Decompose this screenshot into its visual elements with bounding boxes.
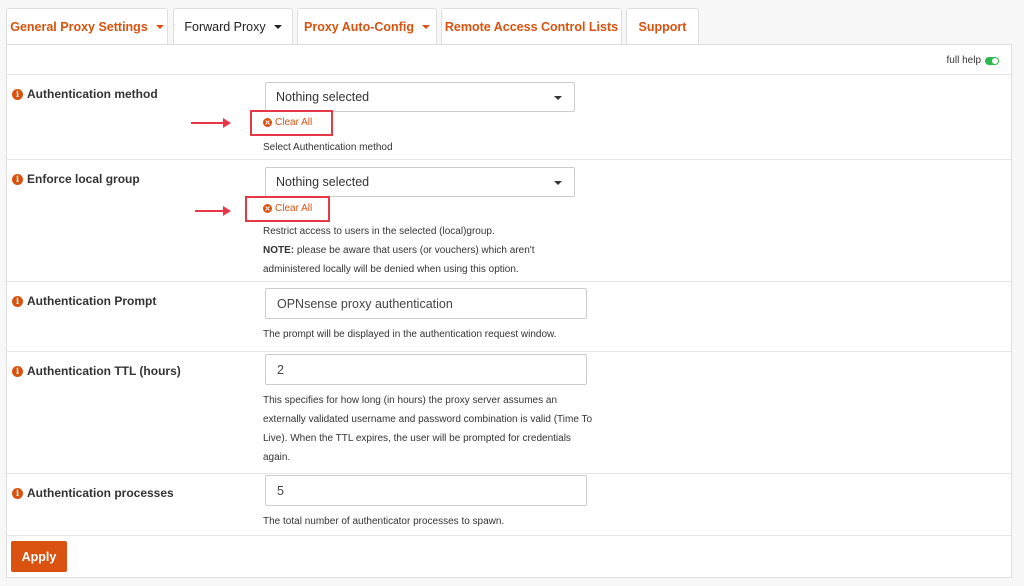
help-text: This specifies for how long (in hours) t… [263, 395, 593, 463]
full-help-label: full help [946, 55, 981, 66]
close-circle-icon: ✕ [263, 204, 272, 213]
info-icon[interactable]: i [12, 295, 23, 307]
annotation-arrow [191, 118, 231, 128]
close-circle-icon: ✕ [263, 118, 272, 127]
authentication-prompt-input[interactable]: OPNsense proxy authentication [265, 288, 587, 319]
field-label: i Authentication processes [12, 486, 174, 500]
settings-panel: full help i Authentication method Nothin… [6, 44, 1012, 578]
apply-button[interactable]: Apply [11, 541, 67, 572]
info-icon[interactable]: i [12, 487, 23, 499]
row-authentication-ttl: i Authentication TTL (hours) 2 This spec… [7, 352, 1011, 474]
chevron-down-icon [554, 96, 562, 100]
field-label-text: Authentication Prompt [27, 294, 157, 308]
tab-label: General Proxy Settings [10, 19, 148, 34]
note-text: please be aware that users (or vouchers)… [294, 245, 535, 256]
chevron-down-icon [273, 25, 282, 29]
select-value: Nothing selected [276, 175, 370, 189]
help-text: The total number of authenticator proces… [263, 516, 505, 527]
clear-all-label: Clear All [275, 203, 313, 214]
clear-all-button[interactable]: ✕ Clear All [263, 117, 312, 128]
help-bar: full help [7, 45, 1011, 75]
authentication-processes-input[interactable]: 5 [265, 475, 587, 506]
field-label: i Authentication Prompt [12, 294, 156, 308]
tab-label: Proxy Auto-Config [304, 19, 414, 34]
clear-all-label: Clear All [275, 117, 313, 128]
chevron-down-icon [554, 181, 562, 185]
help-text: The prompt will be displayed in the auth… [263, 329, 557, 340]
full-help-toggle[interactable]: full help [947, 55, 999, 66]
row-authentication-processes: i Authentication processes 5 The total n… [7, 474, 1011, 536]
field-label-text: Authentication TTL (hours) [27, 364, 181, 378]
authentication-method-select[interactable]: Nothing selected [265, 82, 575, 112]
tab-proxy-auto-config[interactable]: Proxy Auto-Config [297, 8, 437, 44]
info-icon[interactable]: i [12, 173, 23, 185]
enforce-local-group-select[interactable]: Nothing selected [265, 167, 575, 197]
field-label-text: Authentication processes [27, 486, 174, 500]
field-label-text: Authentication method [27, 87, 158, 101]
tab-forward-proxy[interactable]: Forward Proxy [173, 8, 293, 45]
field-label: i Authentication method [12, 87, 158, 101]
select-value: Nothing selected [276, 90, 370, 104]
annotation-arrow [195, 206, 231, 216]
clear-all-button[interactable]: ✕ Clear All [263, 203, 312, 214]
row-enforce-local-group: i Enforce local group Nothing selected ✕… [7, 160, 1011, 282]
info-icon[interactable]: i [12, 365, 23, 377]
chevron-down-icon [421, 24, 430, 29]
help-note: NOTE: please be aware that users (or vou… [263, 241, 593, 260]
input-value: OPNsense proxy authentication [277, 296, 453, 311]
row-authentication-prompt: i Authentication Prompt OPNsense proxy a… [7, 282, 1011, 352]
field-label-text: Enforce local group [27, 172, 140, 186]
tab-general-proxy-settings[interactable]: General Proxy Settings [6, 8, 168, 44]
input-value: 2 [277, 362, 284, 377]
tab-support[interactable]: Support [626, 8, 699, 44]
tab-label: Forward Proxy [184, 20, 266, 34]
tab-remote-access-control-lists[interactable]: Remote Access Control Lists [441, 8, 622, 44]
help-line: Restrict access to users in the selected… [263, 226, 495, 237]
chevron-down-icon [155, 24, 164, 29]
field-label: i Enforce local group [12, 172, 140, 186]
input-value: 5 [277, 483, 284, 498]
toggle-switch-icon[interactable] [985, 56, 999, 65]
tab-label: Remote Access Control Lists [444, 19, 619, 34]
row-authentication-method: i Authentication method Nothing selected… [7, 75, 1011, 160]
field-label: i Authentication TTL (hours) [12, 364, 181, 378]
help-line: administered locally will be denied when… [263, 264, 519, 275]
help-text: Restrict access to users in the selected… [263, 222, 593, 279]
tab-label: Support [638, 19, 687, 34]
authentication-ttl-input[interactable]: 2 [265, 354, 587, 385]
help-text: Select Authentication method [263, 142, 393, 153]
info-icon[interactable]: i [12, 88, 23, 100]
note-label: NOTE: [263, 245, 295, 256]
